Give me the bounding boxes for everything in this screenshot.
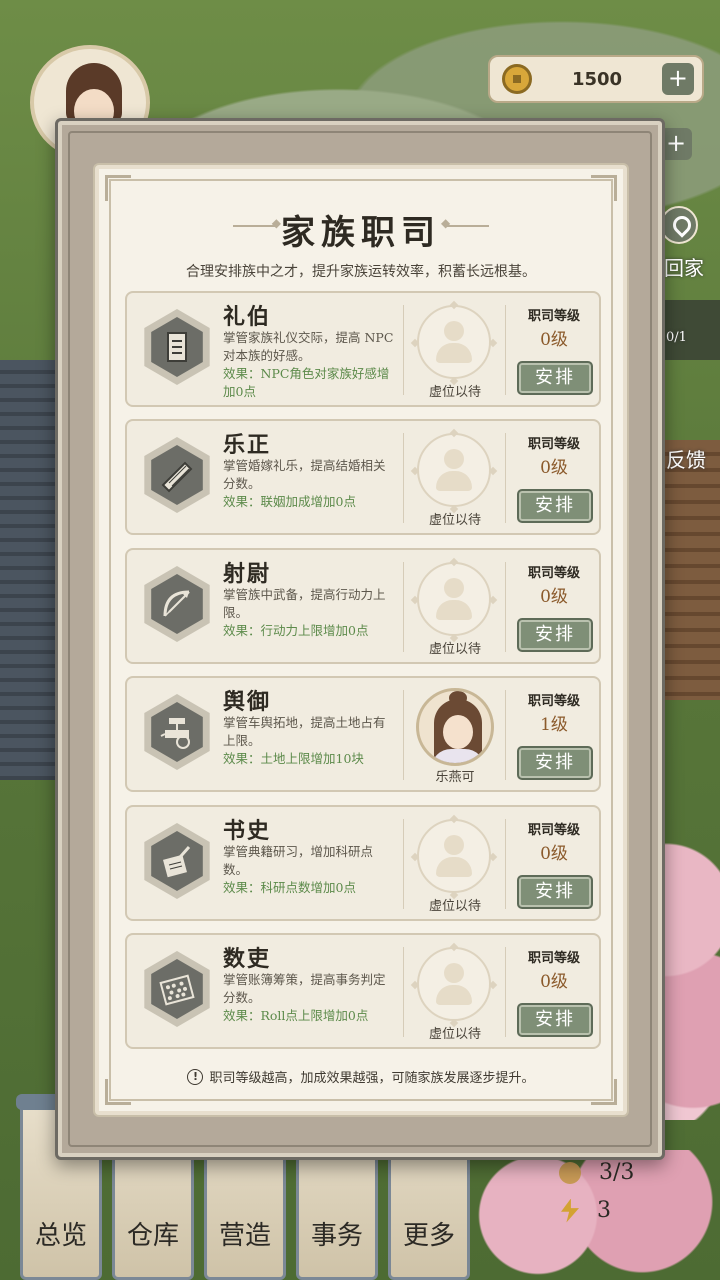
footer-note-text: 职司等级越高，加成效果越强，可随家族发展逐步提升。 — [209, 1071, 535, 1086]
office-card-yuezheng: 乐正 掌管婚嫁礼乐，提高结婚相关分数。 效果：联姻加成增加0点 虚位以待 职司等… — [125, 419, 601, 535]
empty-member-slot[interactable]: 虚位以待 — [410, 428, 499, 529]
office-level: 0级 — [540, 330, 568, 350]
coin-bar: 1500 + — [488, 55, 704, 103]
office-level: 0级 — [540, 587, 568, 607]
assign-button[interactable]: 安排 — [517, 489, 593, 523]
brush-icon — [139, 823, 215, 899]
office-name: 乐正 — [223, 432, 272, 458]
house-roof-right — [660, 440, 720, 700]
home-label[interactable]: 回家 — [664, 252, 704, 281]
office-level: 0级 — [540, 972, 568, 992]
office-description: 掌管账簿筹策，提高事务判定分数。 — [223, 972, 386, 1005]
office-description: 掌管典籍研习，增加科研点数。 — [223, 844, 374, 877]
member-portrait — [416, 688, 494, 766]
level-header: 职司等级 — [527, 951, 580, 966]
empty-person-icon — [417, 947, 491, 1021]
office-effect: 效果：联姻加成增加0点 — [223, 494, 356, 509]
bow-icon — [139, 566, 215, 642]
zither-icon — [139, 437, 215, 513]
empty-member-slot[interactable]: 虚位以待 — [410, 942, 499, 1043]
office-name: 礼伯 — [223, 304, 272, 330]
office-card-libo: 礼伯 掌管家族礼仪交际，提高 NPC 对本族的好感。 效果：NPC角色对家族好感… — [125, 291, 601, 407]
office-card-shewei: 射尉 掌管族中武备，提高行动力上限。 效果：行动力上限增加0点 虚位以待 职司等… — [125, 548, 601, 664]
quota-label: 0/1 — [666, 330, 687, 345]
map-pin-icon[interactable] — [660, 206, 698, 244]
nav-build-label: 营造 — [218, 1221, 271, 1251]
level-header: 职司等级 — [527, 309, 580, 324]
office-effect: 效果：科研点数增加0点 — [223, 880, 356, 895]
empty-member-slot[interactable]: 虚位以待 — [410, 557, 499, 658]
office-card-shuli: 数吏 掌管账簿筹策，提高事务判定分数。 效果：Roll点上限增加0点 虚位以待 … — [125, 933, 601, 1049]
feedback-label[interactable]: 反馈 — [666, 444, 706, 473]
office-description: 掌管车舆拓地，提高土地占有上限。 — [223, 715, 386, 748]
level-header: 职司等级 — [527, 566, 580, 581]
assigned-member-slot[interactable]: 乐燕可 — [411, 686, 499, 786]
office-level: 0级 — [540, 458, 568, 478]
energy-stat: 3 — [561, 1198, 611, 1223]
person-icon — [559, 1161, 581, 1184]
office-effect: 效果：NPC角色对家族好感增加0点 — [223, 366, 390, 399]
assign-button[interactable]: 安排 — [517, 746, 593, 780]
abacus-icon — [139, 951, 215, 1027]
office-card-shushi: 书史 掌管典籍研习，增加科研点数。 效果：科研点数增加0点 虚位以待 职司等级 … — [125, 805, 601, 921]
office-level: 1级 — [540, 715, 568, 735]
office-card-yuyu: 舆御 掌管车舆拓地，提高土地占有上限。 效果：土地上限增加10块 乐燕可 职司等… — [125, 676, 601, 792]
people-stat: 3/3 — [559, 1160, 634, 1185]
scroll-icon — [139, 309, 215, 385]
level-header: 职司等级 — [527, 437, 580, 452]
office-name: 数吏 — [223, 946, 272, 972]
assign-button[interactable]: 安排 — [517, 361, 593, 395]
level-header: 职司等级 — [527, 694, 580, 709]
office-name: 舆御 — [223, 689, 272, 715]
nav-warehouse-label: 仓库 — [126, 1221, 179, 1251]
office-level: 0级 — [540, 844, 568, 864]
nav-overview-label: 总览 — [34, 1221, 87, 1251]
chariot-icon — [139, 694, 215, 770]
empty-person-icon — [417, 562, 491, 636]
level-header: 职司等级 — [527, 823, 580, 838]
people-count: 3/3 — [599, 1160, 635, 1185]
energy-count: 3 — [597, 1198, 611, 1223]
office-effect: 效果：行动力上限增加0点 — [223, 623, 369, 638]
office-effect: 效果：Roll点上限增加0点 — [223, 1008, 369, 1023]
assign-button[interactable]: 安排 — [517, 1003, 593, 1037]
office-description: 掌管婚嫁礼乐，提高结婚相关分数。 — [223, 458, 386, 491]
empty-member-slot[interactable]: 虚位以待 — [410, 814, 499, 915]
info-icon: ! — [187, 1068, 204, 1085]
coin-icon — [502, 64, 532, 94]
office-effect: 效果：土地上限增加10块 — [223, 751, 364, 766]
nav-affairs-label: 事务 — [310, 1221, 363, 1251]
empty-person-icon — [417, 305, 491, 379]
empty-member-slot[interactable]: 虚位以待 — [410, 300, 499, 401]
office-name: 书史 — [223, 818, 272, 844]
panel-title: 家族职司 — [281, 213, 441, 253]
office-description: 掌管族中武备，提高行动力上限。 — [223, 587, 386, 620]
coin-amount: 1500 — [571, 68, 623, 90]
empty-person-icon — [417, 433, 491, 507]
office-description: 掌管家族礼仪交际，提高 NPC 对本族的好感。 — [223, 330, 394, 363]
assign-button[interactable]: 安排 — [517, 618, 593, 652]
family-offices-panel: 家族职司 合理安排族中之才，提升家族运转效率，积蓄长远根基。 礼伯 掌管家族礼仪… — [95, 165, 627, 1115]
office-name: 射尉 — [223, 561, 272, 587]
nav-more-label: 更多 — [402, 1221, 455, 1251]
add-coins-button[interactable]: + — [661, 63, 694, 95]
footer-note: ! 职司等级越高，加成效果越强，可随家族发展逐步提升。 — [99, 1067, 623, 1086]
stats-panel: 3/3 3 — [545, 1150, 665, 1250]
empty-person-icon — [417, 819, 491, 893]
lightning-icon — [561, 1198, 579, 1223]
slot-holder-label: 乐燕可 — [435, 770, 475, 785]
assign-button[interactable]: 安排 — [517, 875, 593, 909]
panel-subtitle: 合理安排族中之才，提升家族运转效率，积蓄长远根基。 — [186, 264, 536, 280]
